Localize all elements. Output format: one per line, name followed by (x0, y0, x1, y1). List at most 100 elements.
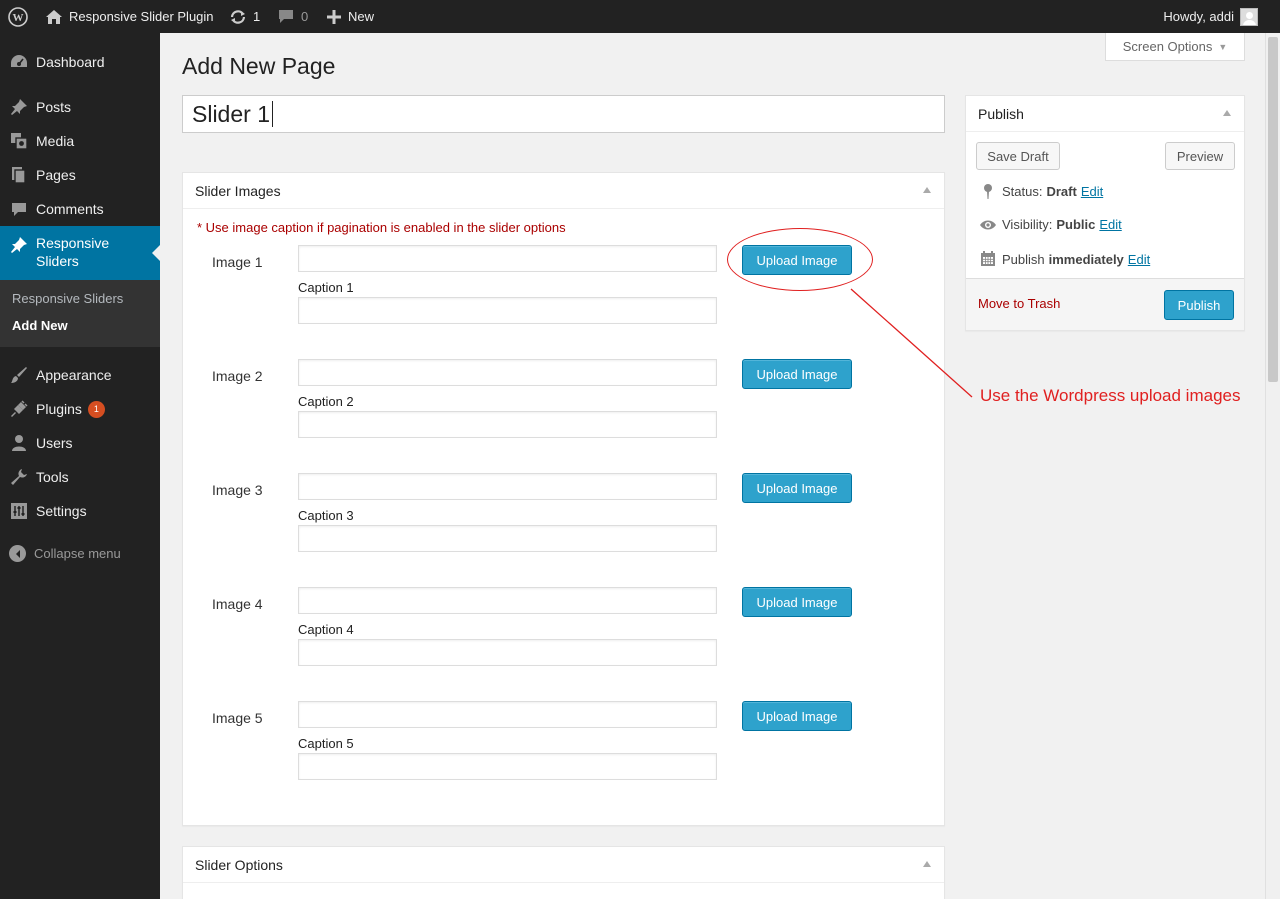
screen-options-button[interactable]: Screen Options ▼ (1105, 33, 1245, 61)
image-row: Image 4 Upload Image Caption 4 (183, 587, 944, 687)
admin-sidebar: Dashboard Posts Media Pages Comments Res… (0, 33, 160, 899)
schedule-value: immediately (1048, 251, 1124, 267)
svg-text:W: W (13, 12, 24, 24)
annotation-ellipse (727, 228, 873, 291)
comments-link[interactable]: 0 (278, 0, 308, 33)
new-content-link[interactable]: New (327, 0, 374, 33)
sidebar-item-label-line: Responsive (36, 235, 110, 251)
visibility-value: Public (1056, 217, 1096, 232)
caption-label: Caption 3 (298, 508, 354, 523)
account-menu[interactable]: Howdy, addi (1163, 0, 1258, 33)
edit-visibility-link[interactable]: Edit (1099, 217, 1121, 232)
wordpress-logo-icon[interactable]: W (8, 0, 28, 33)
publish-button[interactable]: Publish (1164, 290, 1234, 320)
updates-link[interactable]: 1 (229, 0, 260, 33)
upload-image-button[interactable]: Upload Image (742, 473, 852, 503)
sidebar-item-media[interactable]: Media (0, 124, 160, 158)
caption-input[interactable] (298, 753, 717, 780)
image-url-input[interactable] (298, 359, 717, 386)
upload-image-button[interactable]: Upload Image (742, 701, 852, 731)
sidebar-item-label-line: Sliders (36, 253, 79, 269)
publish-header[interactable]: Publish (966, 96, 1244, 132)
settings-icon (0, 502, 36, 520)
upload-image-button[interactable]: Upload Image (742, 359, 852, 389)
howdy-text: Howdy, addi (1163, 9, 1234, 24)
image-row: Image 5 Upload Image Caption 5 (183, 701, 944, 801)
sidebar-item-responsive-sliders[interactable]: Responsive Sliders (0, 226, 160, 280)
sidebar-item-label: Dashboard (36, 54, 105, 70)
page-scrollbar[interactable] (1265, 33, 1280, 899)
upload-image-button[interactable]: Upload Image (742, 587, 852, 617)
collapse-toggle-icon[interactable] (1223, 110, 1231, 116)
sidebar-item-dashboard[interactable]: Dashboard (0, 45, 160, 79)
sidebar-item-users[interactable]: Users (0, 426, 160, 460)
caption-label: Caption 1 (298, 280, 354, 295)
image-label: Image 1 (212, 254, 263, 270)
caption-label: Caption 4 (298, 622, 354, 637)
slider-options-box: Slider Options (182, 846, 945, 899)
sidebar-item-label: Settings (36, 503, 87, 519)
caret-down-icon: ▼ (1218, 41, 1228, 52)
avatar (1240, 7, 1258, 26)
sidebar-item-comments[interactable]: Comments (0, 192, 160, 226)
pages-icon (0, 166, 36, 184)
edit-schedule-link[interactable]: Edit (1128, 252, 1150, 267)
site-name-link[interactable]: Responsive Slider Plugin (46, 0, 214, 33)
user-icon (0, 434, 36, 452)
image-label: Image 3 (212, 482, 263, 498)
sidebar-item-plugins[interactable]: Plugins 1 (0, 392, 160, 426)
comment-icon (0, 201, 36, 217)
sidebar-item-settings[interactable]: Settings (0, 494, 160, 528)
caption-label: Caption 5 (298, 736, 354, 751)
move-to-trash-link[interactable]: Move to Trash (978, 296, 1060, 311)
caption-input[interactable] (298, 525, 717, 552)
slider-options-heading: Slider Options (195, 856, 283, 873)
sidebar-submenu: Responsive Sliders Add New (0, 280, 160, 347)
preview-button[interactable]: Preview (1165, 142, 1235, 170)
caption-note: * Use image caption if pagination is ena… (197, 220, 566, 235)
plus-icon (327, 9, 341, 24)
sidebar-item-label: Responsive Sliders (36, 234, 109, 270)
collapse-menu-label: Collapse menu (34, 546, 121, 561)
status-value: Draft (1046, 183, 1077, 199)
save-draft-button[interactable]: Save Draft (976, 142, 1060, 170)
sidebar-item-posts[interactable]: Posts (0, 90, 160, 124)
sidebar-item-tools[interactable]: Tools (0, 460, 160, 494)
image-label: Image 4 (212, 596, 263, 612)
caption-input[interactable] (298, 297, 717, 324)
collapse-arrow-icon (9, 545, 26, 562)
image-url-input[interactable] (298, 245, 717, 272)
post-title-value: Slider 1 (192, 100, 270, 127)
plug-icon (0, 400, 36, 418)
slider-images-heading: Slider Images (195, 182, 281, 199)
image-url-input[interactable] (298, 473, 717, 500)
image-row: Image 3 Upload Image Caption 3 (183, 473, 944, 573)
caption-input[interactable] (298, 639, 717, 666)
publish-heading: Publish (978, 105, 1024, 122)
sidebar-item-label: Appearance (36, 367, 112, 383)
submenu-item-responsive-sliders[interactable]: Responsive Sliders (12, 291, 123, 306)
sidebar-item-label: Pages (36, 167, 76, 183)
visibility-label: Visibility: (1002, 217, 1053, 232)
page-title: Add New Page (182, 53, 336, 79)
comment-icon (278, 9, 294, 24)
plugins-update-badge: 1 (87, 400, 105, 418)
edit-status-link[interactable]: Edit (1081, 184, 1103, 199)
slider-options-header[interactable]: Slider Options (183, 847, 944, 883)
collapse-toggle-icon[interactable] (923, 187, 931, 193)
post-title-input[interactable]: Slider 1 (182, 95, 945, 133)
image-url-input[interactable] (298, 587, 717, 614)
collapse-toggle-icon[interactable] (923, 861, 931, 867)
slider-images-header[interactable]: Slider Images (183, 173, 944, 209)
post-status-row: Status: Draft Edit (978, 183, 1103, 199)
submenu-item-add-new[interactable]: Add New (12, 318, 68, 333)
collapse-menu-button[interactable]: Collapse menu (9, 545, 121, 562)
scrollbar-thumb[interactable] (1268, 37, 1278, 382)
caption-input[interactable] (298, 411, 717, 438)
image-url-input[interactable] (298, 701, 717, 728)
sidebar-item-label: Comments (36, 201, 104, 217)
major-publishing-actions: Move to Trash Publish (966, 278, 1244, 330)
sidebar-item-label: Tools (36, 469, 69, 485)
sidebar-item-pages[interactable]: Pages (0, 158, 160, 192)
sidebar-item-appearance[interactable]: Appearance (0, 358, 160, 392)
